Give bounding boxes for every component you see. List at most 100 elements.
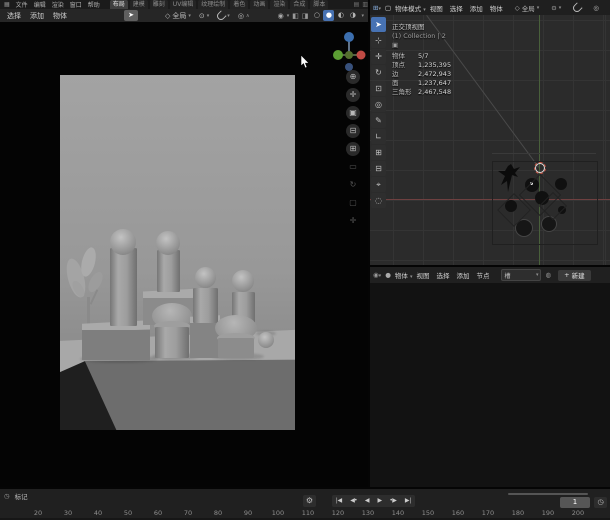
magnet-icon xyxy=(572,2,583,13)
material-shading[interactable]: ◐ xyxy=(335,10,346,21)
play-button[interactable]: ▶ xyxy=(374,495,387,507)
cylinder xyxy=(157,250,180,292)
camera-view-icon[interactable]: ▣ xyxy=(346,106,360,120)
frame-ruler[interactable]: 2030405060708090100110120130140150160170… xyxy=(0,509,610,518)
zoom-icon[interactable]: ⊕ xyxy=(346,70,360,84)
prev-keyframe-button[interactable]: ◀• xyxy=(346,495,361,507)
rendered-shading[interactable]: ◑ xyxy=(347,10,358,21)
topbar-menu[interactable]: 渲染 xyxy=(52,0,64,9)
solid-shading[interactable]: ● xyxy=(323,10,334,21)
ortho-grid-icon[interactable]: ⊞ xyxy=(346,142,360,156)
add-cube-tool[interactable]: ⊞ xyxy=(371,145,386,160)
topbar-menu[interactable]: 窗口 xyxy=(70,0,82,9)
transform-tool[interactable]: ◎ xyxy=(371,97,386,112)
jump-end-button[interactable]: ▶| xyxy=(401,495,415,507)
workspace-tab[interactable]: 布局 xyxy=(110,0,128,9)
menu-item[interactable]: 选择 xyxy=(436,270,449,280)
marker-menu[interactable]: 标记 xyxy=(15,491,28,501)
mode-dropdown[interactable]: 物体模式 ▾ xyxy=(395,3,426,13)
jump-start-button[interactable]: |◀ xyxy=(332,495,346,507)
printer-icon[interactable]: ▭ xyxy=(346,160,360,174)
menu-item[interactable]: 物体 xyxy=(53,11,67,21)
workspace-tab[interactable]: 动画 xyxy=(250,0,268,9)
menu-item[interactable]: 添加 xyxy=(470,3,483,13)
topbar-menu[interactable]: 帮助 xyxy=(88,0,100,9)
sync-icon[interactable]: ↻ xyxy=(346,178,360,192)
visibility-dropdown[interactable]: ◉ xyxy=(278,12,284,20)
rotate-tool[interactable]: ↻ xyxy=(371,65,386,80)
menu-item[interactable]: 选择 xyxy=(450,3,463,13)
topbar-menu[interactable]: 编辑 xyxy=(34,0,46,9)
menu-item[interactable]: 节点 xyxy=(476,270,489,280)
menu-item[interactable]: 视图 xyxy=(416,270,429,280)
app-icon[interactable]: ▦ xyxy=(4,1,10,8)
pivot-dropdown[interactable]: ⊙ ▾ xyxy=(199,12,209,20)
cursor-tool[interactable]: ⊹ xyxy=(371,33,386,48)
gizmo-y-neg-axis[interactable] xyxy=(345,51,353,59)
pick-origin-tool[interactable]: ⌖ xyxy=(371,177,386,192)
shader-editor[interactable]: ◉▾ ● 物体 ▾ 视图选择添加节点 槽 ▾ ◍ + 新建 xyxy=(368,265,610,489)
pivot-dropdown[interactable]: ⊙ ▾ xyxy=(551,4,561,12)
stat-row: 三角形2,467,548 xyxy=(392,88,451,97)
menu-item[interactable]: 选择 xyxy=(7,11,21,21)
navigation-gizmo[interactable] xyxy=(332,28,366,72)
left-viewport[interactable]: ⊕ ✛ ▣ ⊟ ⊞ ▭ ↻ ▢ ✛ xyxy=(0,22,368,487)
current-frame-field[interactable]: 1 xyxy=(560,497,590,508)
frame-tick: 70 xyxy=(181,509,195,517)
annotate-tool[interactable]: ✎ xyxy=(371,113,386,128)
editor-type-button[interactable]: ◉▾ xyxy=(373,271,381,279)
workspace-tab[interactable]: UV编辑 xyxy=(170,0,197,9)
timeline-scrollbar[interactable] xyxy=(508,493,588,495)
scale-tool[interactable]: ⊡ xyxy=(371,81,386,96)
material-slot-dropdown[interactable]: 槽 ▾ xyxy=(501,269,541,281)
snap-toggle[interactable] xyxy=(573,4,581,12)
browse-material-icon[interactable]: ◍ xyxy=(545,271,551,279)
right-viewport[interactable]: ⊞▾ ▢ 物体模式 ▾ 视图选择添加物体 ◇ 全局 ▾ ⊙ ▾ ◎ xyxy=(368,0,610,265)
shader-type-dropdown[interactable]: 物体 ▾ xyxy=(395,270,413,280)
scene-icon[interactable]: ▤ xyxy=(354,1,360,8)
lasso-tool[interactable]: ◌ xyxy=(371,193,386,208)
workspace-tab[interactable]: 建模 xyxy=(130,0,148,9)
move-tool[interactable]: ✛ xyxy=(371,49,386,64)
gizmo-z-axis[interactable] xyxy=(344,32,354,42)
menu-item[interactable]: 添加 xyxy=(456,270,469,280)
workspace-tab[interactable]: 纹理绘制 xyxy=(198,0,228,9)
select-box-tool[interactable]: ➤ xyxy=(371,17,386,32)
overlays-toggle[interactable]: ◧ xyxy=(292,12,299,20)
workspace-tab[interactable]: 渲染 xyxy=(270,0,288,9)
hand-icon[interactable]: ✛ xyxy=(346,214,360,228)
scene-object-circle[interactable] xyxy=(555,178,567,190)
display-icon[interactable]: ▢ xyxy=(346,196,360,210)
new-material-button[interactable]: + 新建 xyxy=(558,270,590,281)
workspace-tab[interactable]: 雕刻 xyxy=(150,0,168,9)
gizmo-y-axis[interactable] xyxy=(333,50,343,60)
pan-icon[interactable]: ✛ xyxy=(346,88,360,102)
wireframe-shading[interactable]: ○ xyxy=(311,10,322,21)
workspace-tab[interactable]: 合成 xyxy=(290,0,308,9)
add-primitive-tool[interactable]: ⊟ xyxy=(371,161,386,176)
menu-item[interactable]: 物体 xyxy=(490,3,503,13)
workspace-tab[interactable]: 脚本 xyxy=(310,0,328,9)
menu-item[interactable]: 视图 xyxy=(430,3,443,13)
play-reverse-button[interactable]: ◀ xyxy=(361,495,374,507)
measure-tool[interactable]: ∟ xyxy=(371,129,386,144)
proportional-editing-toggle[interactable]: ◎ ∧ xyxy=(238,12,250,20)
active-tool-button[interactable]: ➤ xyxy=(124,10,138,21)
orientation-dropdown[interactable]: ◇ 全局 ▾ xyxy=(515,3,540,13)
topbar-menu[interactable]: 文件 xyxy=(16,0,28,9)
snap-toggle[interactable]: ▾ xyxy=(217,12,230,20)
gizmo-x-axis[interactable] xyxy=(357,51,366,60)
xray-toggle[interactable]: ◨ xyxy=(302,12,309,20)
playback-settings-button[interactable]: ⚙ xyxy=(303,495,316,507)
stopwatch-icon[interactable]: ◷ xyxy=(594,497,607,508)
lock-icon[interactable]: ⊟ xyxy=(346,124,360,138)
plant-silhouette[interactable] xyxy=(497,163,521,193)
menu-item[interactable]: 添加 xyxy=(30,11,44,21)
timeline[interactable]: ◷ 标记 ⚙ |◀◀•◀▶•▶▶| 1 ◷ 203040506070809010… xyxy=(0,487,610,520)
next-keyframe-button[interactable]: •▶ xyxy=(386,495,401,507)
orientation-dropdown[interactable]: ◇ 全局 ▾ xyxy=(165,11,191,21)
editor-type-button[interactable]: ⊞▾ xyxy=(373,4,381,12)
workspace-tab[interactable]: 着色 xyxy=(230,0,248,9)
timeline-editor-icon[interactable]: ◷ xyxy=(4,492,10,500)
proportional-editing-toggle[interactable]: ◎ xyxy=(593,4,599,12)
